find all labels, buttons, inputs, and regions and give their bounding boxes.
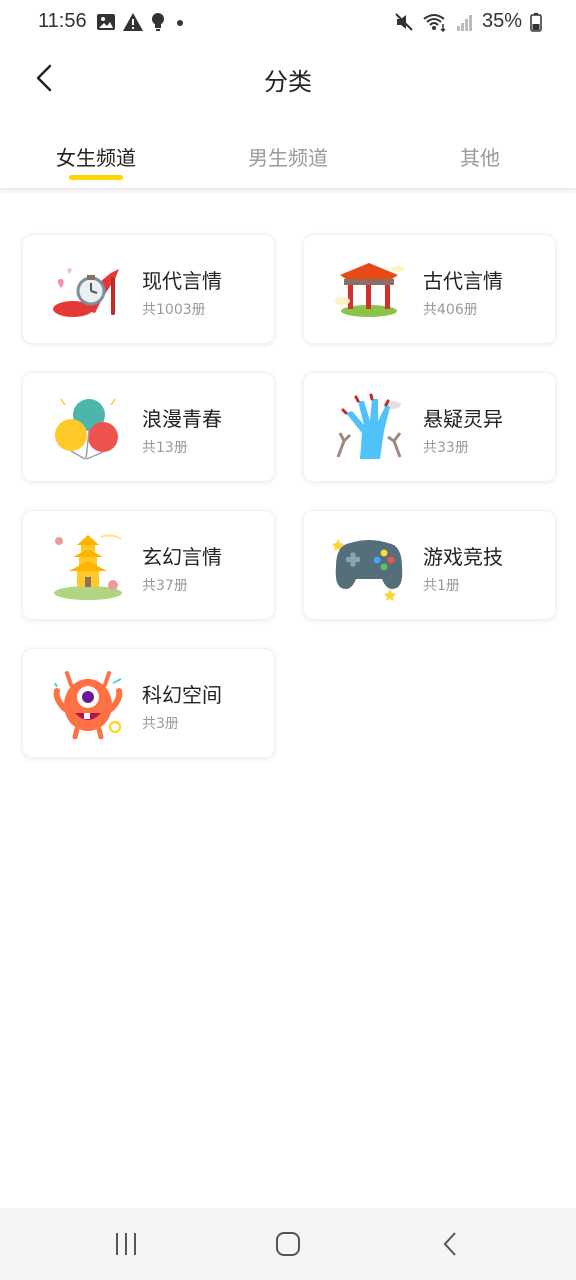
category-card-fantasy-romance[interactable]: 玄幻言情 共37册 <box>22 510 275 620</box>
category-card-modern-romance[interactable]: 现代言情 共1003册 <box>22 234 275 344</box>
tab-label: 女生频道 <box>56 146 136 170</box>
back-icon <box>443 1232 456 1256</box>
category-title: 浪漫青春 <box>142 407 222 431</box>
recent-apps-icon <box>116 1233 136 1255</box>
category-count: 共33册 <box>423 440 469 456</box>
status-notification-icons <box>96 12 186 32</box>
status-system-icons: 35% <box>394 10 542 33</box>
nav-back-button[interactable] <box>430 1226 470 1262</box>
category-card-ancient-romance[interactable]: 古代言情 共406册 <box>303 234 556 344</box>
gamepad-icon <box>332 539 403 601</box>
system-nav-bar <box>0 1208 576 1280</box>
image-icon <box>97 14 115 30</box>
recent-apps-button[interactable] <box>106 1226 146 1262</box>
zombie-hand-icon <box>336 393 402 459</box>
signal-icon <box>456 14 472 31</box>
category-title: 悬疑灵异 <box>423 407 503 431</box>
tab-label: 其他 <box>460 146 500 170</box>
pagoda-icon <box>54 534 122 600</box>
category-count: 共37册 <box>142 578 188 594</box>
status-bar: 11:56 35% <box>0 0 576 48</box>
pavilion-icon <box>334 263 405 317</box>
tab-active-indicator <box>69 175 123 180</box>
tab-label: 男生频道 <box>248 146 328 170</box>
category-count: 共1册 <box>423 578 460 594</box>
high-heel-watch-icon <box>53 268 119 317</box>
category-title: 现代言情 <box>142 269 222 293</box>
category-count: 共406册 <box>423 302 478 318</box>
category-count: 共13册 <box>142 440 188 456</box>
tab-female-channel[interactable]: 女生频道 <box>0 128 192 188</box>
mute-icon <box>395 12 413 31</box>
home-button[interactable] <box>268 1226 308 1262</box>
tab-male-channel[interactable]: 男生频道 <box>192 128 384 188</box>
category-card-scifi[interactable]: 科幻空间 共3册 <box>22 648 275 758</box>
bulb-icon <box>152 13 164 31</box>
channel-tabs: 女生频道 男生频道 其他 <box>0 128 576 189</box>
category-count: 共1003册 <box>142 302 206 318</box>
alert-icon <box>123 13 143 31</box>
alien-monster-icon <box>53 671 123 739</box>
category-title: 古代言情 <box>423 269 503 293</box>
tab-other[interactable]: 其他 <box>384 128 576 188</box>
category-card-romantic-youth[interactable]: 浪漫青春 共13册 <box>22 372 275 482</box>
home-icon <box>276 1232 300 1256</box>
wifi-icon <box>423 13 446 32</box>
battery-icon <box>530 12 542 32</box>
app-header: 分类 <box>0 48 576 110</box>
category-title: 科幻空间 <box>142 683 222 707</box>
category-count: 共3册 <box>142 716 179 732</box>
dot-icon <box>177 20 183 26</box>
page-title: 分类 <box>264 68 312 96</box>
status-time: 11:56 <box>38 10 87 32</box>
category-title: 游戏竞技 <box>423 545 503 569</box>
balloons-icon <box>55 398 118 460</box>
category-title: 玄幻言情 <box>142 545 222 569</box>
category-grid: 现代言情 共1003册 古代言情 共406册 浪漫青春 共13册 悬疑灵异 共3… <box>22 234 556 758</box>
category-card-mystery[interactable]: 悬疑灵异 共33册 <box>303 372 556 482</box>
category-card-gaming[interactable]: 游戏竞技 共1册 <box>303 510 556 620</box>
battery-percent: 35% <box>481 10 522 32</box>
